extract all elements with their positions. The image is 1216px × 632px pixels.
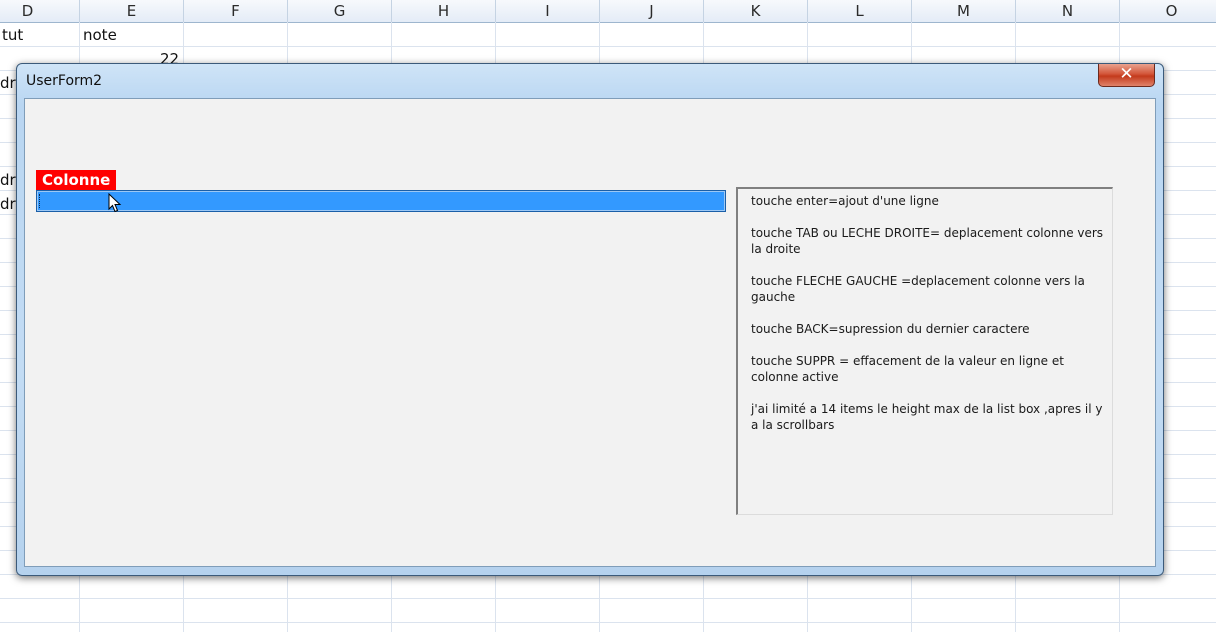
focus-caret <box>39 194 41 208</box>
form-client-area: Colonne touche enter=ajout d'une ligne t… <box>24 98 1156 567</box>
help-line: touche BACK=supression du dernier caract… <box>751 322 1030 336</box>
column-header-d[interactable]: D <box>0 0 80 22</box>
column-header-row: DEFGHIJKLMNO <box>0 0 1216 23</box>
help-line: touche enter=ajout d'une ligne <box>751 194 939 208</box>
grid-line <box>0 46 1216 47</box>
mouse-pointer-icon <box>108 193 122 213</box>
column-header-o[interactable]: O <box>1120 0 1216 22</box>
column-header-i[interactable]: I <box>496 0 600 22</box>
column-header-m[interactable]: M <box>912 0 1016 22</box>
column-header-j[interactable]: J <box>600 0 704 22</box>
help-line: j'ai limité a 14 items le height max de … <box>751 402 1103 432</box>
userform-window: UserForm2 ✕ Colonne touche enter=ajout d… <box>16 63 1164 576</box>
column-header-e[interactable]: E <box>80 0 184 22</box>
window-title: UserForm2 <box>26 73 103 89</box>
cell-e1[interactable]: note <box>83 26 117 44</box>
column-header-g[interactable]: G <box>288 0 392 22</box>
help-line: touche SUPPR = effacement de la valeur e… <box>751 354 1064 384</box>
help-textbox[interactable]: touche enter=ajout d'une ligne touche TA… <box>736 187 1113 515</box>
cell-d1[interactable]: tut <box>2 26 23 44</box>
column-header-k[interactable]: K <box>704 0 808 22</box>
grid-line <box>0 622 1216 623</box>
close-button[interactable]: ✕ <box>1098 64 1155 87</box>
close-x-icon: ✕ <box>1119 64 1134 84</box>
column-header-h[interactable]: H <box>392 0 496 22</box>
column-header-f[interactable]: F <box>184 0 288 22</box>
title-bar[interactable]: UserForm2 ✕ <box>17 64 1163 98</box>
grid-line <box>0 598 1216 599</box>
column-header-n[interactable]: N <box>1016 0 1120 22</box>
colonne-label: Colonne <box>36 170 117 190</box>
column-header-l[interactable]: L <box>808 0 912 22</box>
help-line: touche TAB ou LECHE DROITE= deplacement … <box>751 226 1104 256</box>
colonne-input[interactable] <box>36 190 726 212</box>
help-line: touche FLECHE GAUCHE =deplacement colonn… <box>751 274 1085 304</box>
